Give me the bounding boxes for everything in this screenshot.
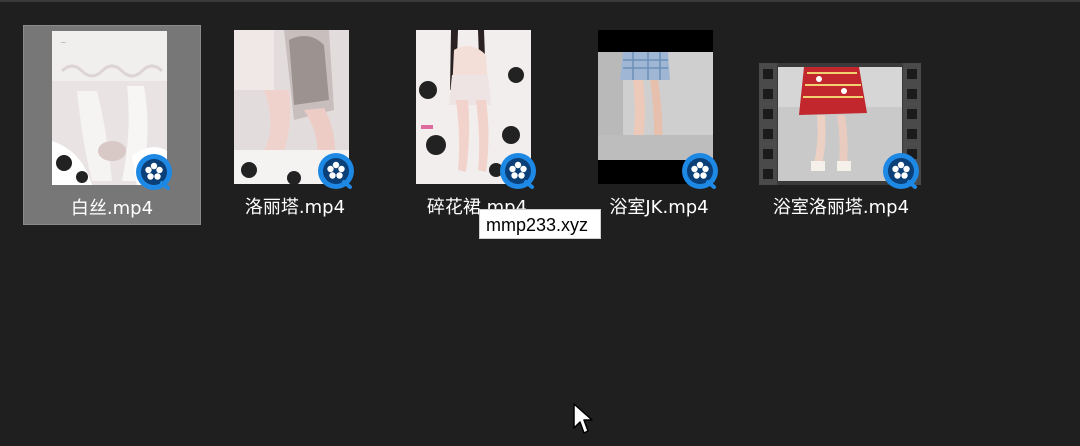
file-item-yushi-luolita[interactable]: 浴室洛丽塔.mp4: [752, 25, 930, 225]
file-item-yushi-jk[interactable]: 浴室JK.mp4: [570, 25, 748, 225]
file-item-baisi[interactable]: ~ 白丝.mp4: [23, 25, 201, 225]
video-player-badge-icon: [135, 153, 173, 191]
video-player-badge-icon: [882, 152, 920, 190]
file-item-luolita[interactable]: 洛丽塔.mp4: [206, 25, 384, 225]
video-player-badge-icon: [681, 152, 719, 190]
file-name-label: 浴室洛丽塔.mp4: [772, 197, 910, 218]
video-player-badge-icon: [499, 152, 537, 190]
file-name-label: 洛丽塔.mp4: [244, 197, 346, 218]
svg-text:~: ~: [60, 38, 67, 47]
mouse-pointer-icon: [572, 402, 596, 436]
file-item-suihuaqun[interactable]: 碎花裙.mp4: [388, 25, 566, 225]
hover-tooltip: mmp233.xyz: [479, 209, 601, 239]
window-top-border: [0, 0, 1080, 2]
file-name-label: 白丝.mp4: [70, 198, 154, 219]
video-player-badge-icon: [317, 152, 355, 190]
